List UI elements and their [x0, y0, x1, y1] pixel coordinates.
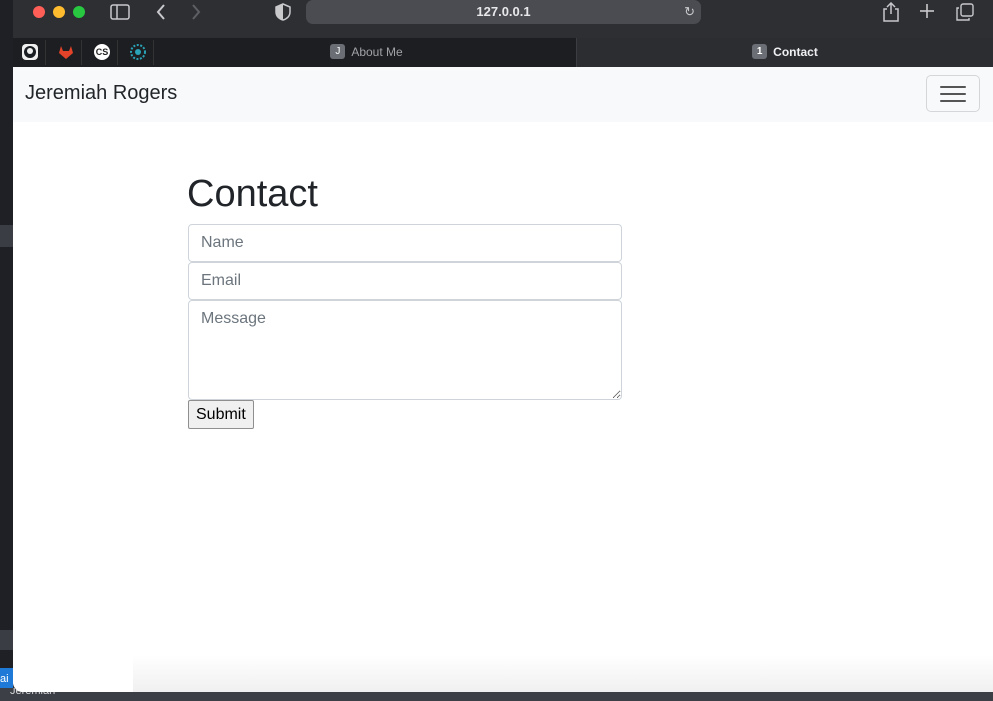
tab-favicon: 1: [752, 44, 768, 60]
tab-label: Contact: [773, 45, 818, 59]
zoom-window-button[interactable]: [73, 6, 85, 18]
tab-bar: CS J About Me 1 Contact: [13, 38, 993, 68]
site-navbar: Jeremiah Rogers: [13, 67, 993, 122]
pinned-tab-gitlab[interactable]: [51, 40, 82, 65]
email-input[interactable]: [188, 262, 622, 300]
github-icon: [22, 44, 38, 60]
window-bottom-shade: [133, 655, 993, 692]
tab-favicon: J: [330, 44, 346, 60]
pinned-tab-github[interactable]: [15, 40, 46, 65]
new-tab-icon[interactable]: [919, 3, 935, 23]
browser-toolbar: 127.0.0.1 ↻: [13, 0, 993, 38]
desktop-left-edge: ai: [0, 0, 13, 701]
page-title: Contact: [187, 173, 318, 215]
hamburger-icon: [940, 100, 966, 102]
hamburger-icon: [940, 93, 966, 95]
message-textarea[interactable]: [188, 300, 622, 400]
gitlab-icon: [58, 44, 74, 60]
tab-label: About Me: [351, 45, 403, 59]
close-window-button[interactable]: [33, 6, 45, 18]
pinned-tab-pinwheel[interactable]: [123, 40, 154, 65]
navbar-brand[interactable]: Jeremiah Rogers: [25, 82, 177, 105]
tab-about-me[interactable]: J About Me: [157, 38, 576, 67]
desktop-strip: [0, 225, 13, 247]
pinned-tab-cs[interactable]: CS: [87, 40, 118, 65]
tab-overview-icon[interactable]: [956, 3, 974, 25]
share-icon[interactable]: [882, 1, 900, 26]
minimize-window-button[interactable]: [53, 6, 65, 18]
privacy-shield-icon[interactable]: [275, 3, 291, 25]
hamburger-icon: [940, 86, 966, 88]
page-content: Contact Submit: [13, 122, 993, 692]
desktop-strip: [0, 630, 13, 650]
sidebar-icon[interactable]: [110, 4, 130, 24]
address-text: 127.0.0.1: [476, 4, 531, 19]
name-input[interactable]: [188, 224, 622, 262]
reload-icon[interactable]: ↻: [684, 0, 695, 24]
cs-icon: CS: [94, 44, 110, 60]
tab-contact[interactable]: 1 Contact: [577, 38, 993, 67]
forward-icon[interactable]: [190, 3, 202, 25]
pinwheel-icon: [130, 44, 146, 60]
submit-button[interactable]: Submit: [188, 400, 254, 429]
navbar-toggler-button[interactable]: [926, 75, 980, 112]
browser-window: 127.0.0.1 ↻ CS J About Me 1 Contact Jere…: [13, 0, 993, 692]
desktop-left-label: ai: [0, 668, 13, 690]
address-bar[interactable]: 127.0.0.1 ↻: [306, 0, 701, 24]
back-icon[interactable]: [155, 3, 167, 25]
